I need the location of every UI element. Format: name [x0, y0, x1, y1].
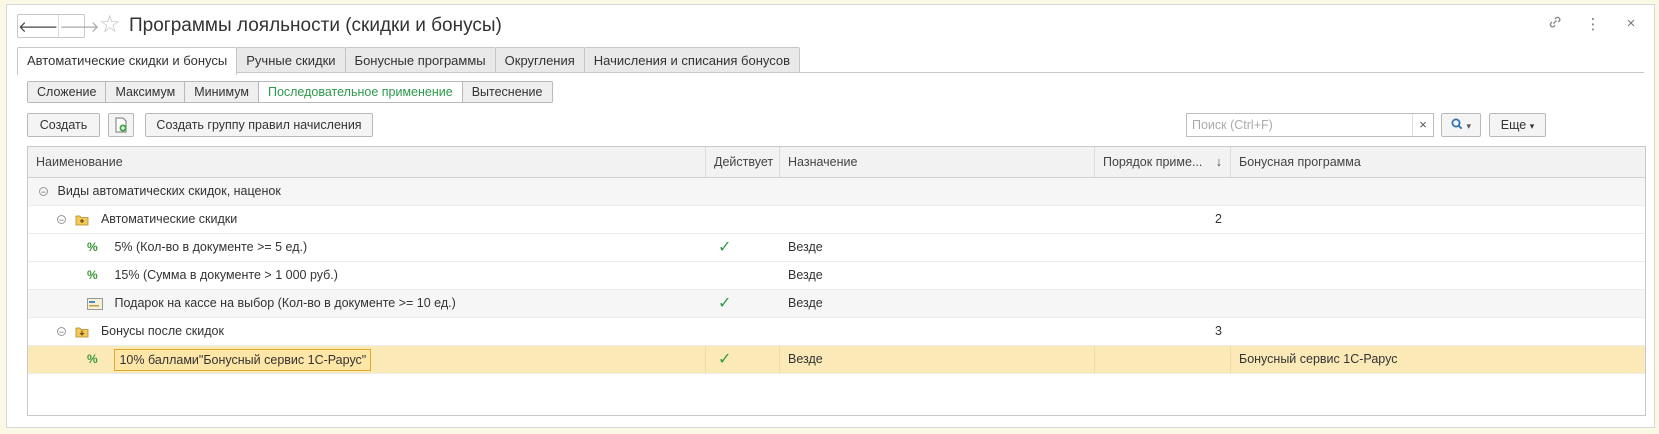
- tab-divider: [17, 72, 1644, 73]
- create-button[interactable]: Создать: [27, 113, 100, 137]
- more-button[interactable]: Еще ▾: [1489, 113, 1546, 137]
- collapse-icon[interactable]: −: [57, 215, 66, 225]
- row-name: Автоматические скидки: [100, 212, 238, 226]
- chevron-down-icon: ▾: [1466, 121, 1471, 131]
- tab-rounding[interactable]: Округления: [494, 47, 585, 73]
- table-row[interactable]: − Виды автоматических скидок, наценок: [28, 178, 1645, 206]
- nav-buttons: 🡐 🡒: [17, 14, 99, 38]
- table-row[interactable]: % 5% (Кол-во в документе >= 5 ед.) ✓ Вез…: [28, 234, 1645, 262]
- mode-sum[interactable]: Сложение: [28, 82, 106, 102]
- tab-bonus-accruals[interactable]: Начисления и списания бонусов: [583, 47, 801, 73]
- collapse-icon[interactable]: −: [39, 187, 48, 197]
- folder-down-icon: [76, 327, 89, 338]
- column-header-name[interactable]: Наименование: [28, 147, 706, 177]
- arrow-right-icon: 🡒: [59, 18, 100, 36]
- table-row[interactable]: − Автоматические скидки 2: [28, 206, 1645, 234]
- check-icon: ✓: [718, 351, 732, 368]
- table-row[interactable]: % 15% (Сумма в документе > 1 000 руб.) В…: [28, 262, 1645, 290]
- search-input[interactable]: [1187, 114, 1412, 136]
- row-name: Подарок на кассе на выбор (Кол-во в доку…: [114, 296, 456, 310]
- folder-add-icon: [76, 215, 89, 226]
- column-header-purpose[interactable]: Назначение: [780, 147, 1095, 177]
- kebab-menu-icon[interactable]: ⋮: [1584, 15, 1602, 33]
- row-name: Бонусы после скидок: [100, 324, 224, 338]
- mode-displacement[interactable]: Вытеснение: [461, 82, 552, 102]
- rules-table: Наименование Действует Назначение Порядо…: [27, 146, 1646, 416]
- window-controls: ⋮ ×: [1546, 15, 1640, 33]
- search-icon: [1451, 118, 1463, 130]
- favorite-star-icon[interactable]: ☆: [99, 11, 121, 39]
- mode-minimum[interactable]: Минимум: [184, 82, 258, 102]
- more-label: Еще: [1500, 118, 1527, 132]
- table-row[interactable]: − Бонусы после скидок 3: [28, 318, 1645, 346]
- close-icon[interactable]: ×: [1622, 15, 1640, 33]
- row-name: Виды автоматических скидок, наценок: [57, 184, 281, 198]
- row-purpose: Везде: [780, 346, 1095, 373]
- collapse-icon[interactable]: −: [57, 327, 66, 337]
- tab-manual-discounts[interactable]: Ручные скидки: [236, 47, 346, 73]
- table-header: Наименование Действует Назначение Порядо…: [28, 147, 1645, 178]
- combination-mode-switch: Сложение Максимум Минимум Последовательн…: [27, 81, 553, 103]
- tab-auto-discounts[interactable]: Автоматические скидки и бонусы: [17, 47, 238, 75]
- check-icon: ✓: [718, 239, 732, 256]
- forward-button[interactable]: 🡒: [58, 15, 99, 37]
- column-header-order-label: Порядок приме...: [1103, 155, 1203, 169]
- row-purpose: Везде: [788, 240, 823, 254]
- row-purpose: Везде: [788, 268, 823, 282]
- create-rule-group-button[interactable]: Создать группу правил начисления: [145, 113, 373, 137]
- arrow-left-icon: 🡐: [18, 18, 59, 36]
- percent-icon: %: [87, 268, 98, 283]
- sort-arrow-icon: ↓: [1215, 155, 1222, 169]
- percent-icon: %: [87, 240, 98, 255]
- row-purpose: Везде: [788, 296, 823, 310]
- column-header-bonus-program[interactable]: Бонусная программа: [1231, 147, 1645, 177]
- main-window: 🡐 🡒 ☆ Программы лояльности (скидки и бон…: [6, 4, 1655, 428]
- chevron-down-icon: ▾: [1529, 121, 1535, 131]
- tab-bonus-programs[interactable]: Бонусные программы: [344, 47, 496, 73]
- mode-maximum[interactable]: Максимум: [105, 82, 185, 102]
- create-copy-button[interactable]: [108, 113, 134, 137]
- table-row[interactable]: Подарок на кассе на выбор (Кол-во в доку…: [28, 290, 1645, 318]
- row-order: 2: [1215, 212, 1222, 226]
- search-box: ×: [1186, 113, 1434, 137]
- mode-sequential[interactable]: Последовательное применение: [257, 82, 462, 102]
- table-row-selected[interactable]: % 10% баллами"Бонусный сервис 1С-Рарус" …: [28, 346, 1645, 374]
- percent-icon: %: [87, 352, 98, 367]
- row-order: 3: [1215, 324, 1222, 338]
- row-bonus-program: Бонусный сервис 1С-Рарус: [1239, 352, 1398, 366]
- column-header-order[interactable]: Порядок приме... ↓: [1095, 147, 1231, 177]
- column-header-active[interactable]: Действует: [706, 147, 780, 177]
- title-bar: 🡐 🡒 ☆ Программы лояльности (скидки и бон…: [7, 5, 1654, 45]
- search-clear-button[interactable]: ×: [1412, 114, 1433, 136]
- row-name: 15% (Сумма в документе > 1 000 руб.): [114, 268, 338, 282]
- search-options-button[interactable]: ▾: [1441, 113, 1481, 137]
- row-name: 5% (Кол-во в документе >= 5 ед.): [114, 240, 308, 254]
- gift-card-icon: [87, 297, 103, 310]
- add-document-icon: [115, 117, 127, 133]
- tab-bar: Автоматические скидки и бонусы Ручные ск…: [17, 47, 801, 75]
- back-button[interactable]: 🡐: [18, 15, 58, 37]
- check-icon: ✓: [718, 295, 732, 312]
- row-name: 10% баллами"Бонусный сервис 1С-Рарус": [114, 348, 372, 371]
- link-icon[interactable]: [1546, 15, 1564, 33]
- page-title: Программы лояльности (скидки и бонусы): [129, 15, 502, 36]
